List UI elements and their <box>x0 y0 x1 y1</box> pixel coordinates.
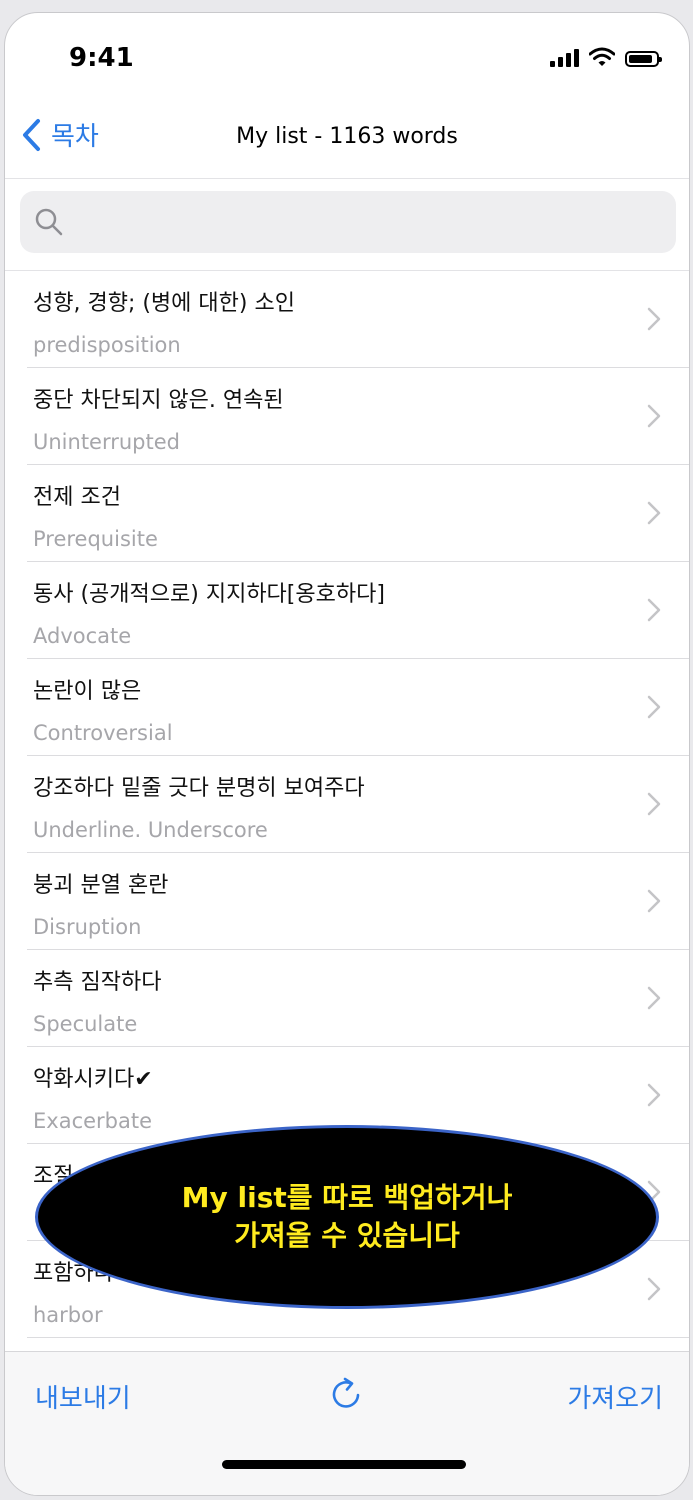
home-indicator <box>222 1460 466 1469</box>
tutorial-callout: My list를 따로 백업하거나 가져올 수 있습니다 <box>35 1125 659 1309</box>
bottom-toolbar: 내보내기 가져오기 <box>5 1351 689 1495</box>
search-icon <box>35 208 63 236</box>
word-meaning: 논란이 많은 <box>33 679 142 704</box>
battery-icon <box>625 51 662 67</box>
word-term: Exacerbate <box>33 1109 153 1133</box>
chevron-right-icon <box>647 1083 661 1107</box>
search-bar[interactable] <box>20 191 676 255</box>
list-item[interactable]: 강조하다 밑줄 긋다 분명히 보여주다 Underline. Underscor… <box>27 756 689 853</box>
callout-line-2: 가져올 수 있습니다 <box>234 1219 460 1252</box>
status-time: 9:41 <box>69 43 134 73</box>
phone-frame: 9:41 목차 My list - 1163 words 성향, 경향; (병에… <box>4 12 690 1496</box>
chevron-right-icon <box>647 889 661 913</box>
chevron-right-icon <box>647 404 661 428</box>
word-meaning: 추측 짐작하다 <box>33 970 162 995</box>
word-meaning: 전제 조건 <box>33 485 121 510</box>
status-icons <box>550 47 662 67</box>
word-term: Prerequisite <box>33 527 158 551</box>
callout-line-1: My list를 따로 백업하거나 <box>181 1181 513 1214</box>
word-term: Underline. Underscore <box>33 818 268 842</box>
word-meaning: 성향, 경향; (병에 대한) 소인 <box>33 291 295 316</box>
word-term: Disruption <box>33 915 142 939</box>
list-item[interactable]: 동사 (공개적으로) 지지하다[옹호하다] Advocate <box>27 562 689 659</box>
list-item[interactable]: 붕괴 분열 혼란 Disruption <box>27 853 689 950</box>
list-item[interactable]: 성향, 경향; (병에 대한) 소인 predisposition <box>27 271 689 368</box>
search-input[interactable] <box>76 191 670 255</box>
word-meaning: 중단 차단되지 않은. 연속된 <box>33 388 284 413</box>
word-term: Controversial <box>33 721 173 745</box>
list-item[interactable]: 중단 차단되지 않은. 연속된 Uninterrupted <box>27 368 689 465</box>
refresh-icon[interactable] <box>327 1374 367 1414</box>
word-term: Speculate <box>33 1012 138 1036</box>
word-meaning: 붕괴 분열 혼란 <box>33 873 169 898</box>
chevron-right-icon <box>647 986 661 1010</box>
page-title: My list - 1163 words <box>236 124 458 149</box>
chevron-right-icon <box>647 307 661 331</box>
word-term: harbor <box>33 1303 103 1327</box>
word-term: Advocate <box>33 624 132 648</box>
word-meaning: 동사 (공개적으로) 지지하다[옹호하다] <box>33 582 385 607</box>
chevron-right-icon <box>647 695 661 719</box>
list-item[interactable]: 전제 조건 Prerequisite <box>27 465 689 562</box>
navigation-bar: 목차 My list - 1163 words <box>5 108 689 179</box>
chevron-right-icon <box>647 1277 661 1301</box>
list-item[interactable]: 논란이 많은 Controversial <box>27 659 689 756</box>
word-term: predisposition <box>33 333 181 357</box>
cellular-signal-icon <box>550 47 579 67</box>
export-button[interactable]: 내보내기 <box>35 1378 131 1415</box>
list-item[interactable]: 추측 짐작하다 Speculate <box>27 950 689 1047</box>
wifi-icon <box>589 47 615 66</box>
import-button[interactable]: 가져오기 <box>567 1378 663 1415</box>
chevron-right-icon <box>647 792 661 816</box>
word-meaning: 악화시키다✔ <box>33 1067 153 1092</box>
word-meaning: 강조하다 밑줄 긋다 분명히 보여주다 <box>33 776 365 801</box>
word-term: Uninterrupted <box>33 430 180 454</box>
chevron-right-icon <box>647 501 661 525</box>
chevron-right-icon <box>647 598 661 622</box>
battery-level <box>629 55 653 63</box>
status-bar: 9:41 <box>5 13 689 93</box>
